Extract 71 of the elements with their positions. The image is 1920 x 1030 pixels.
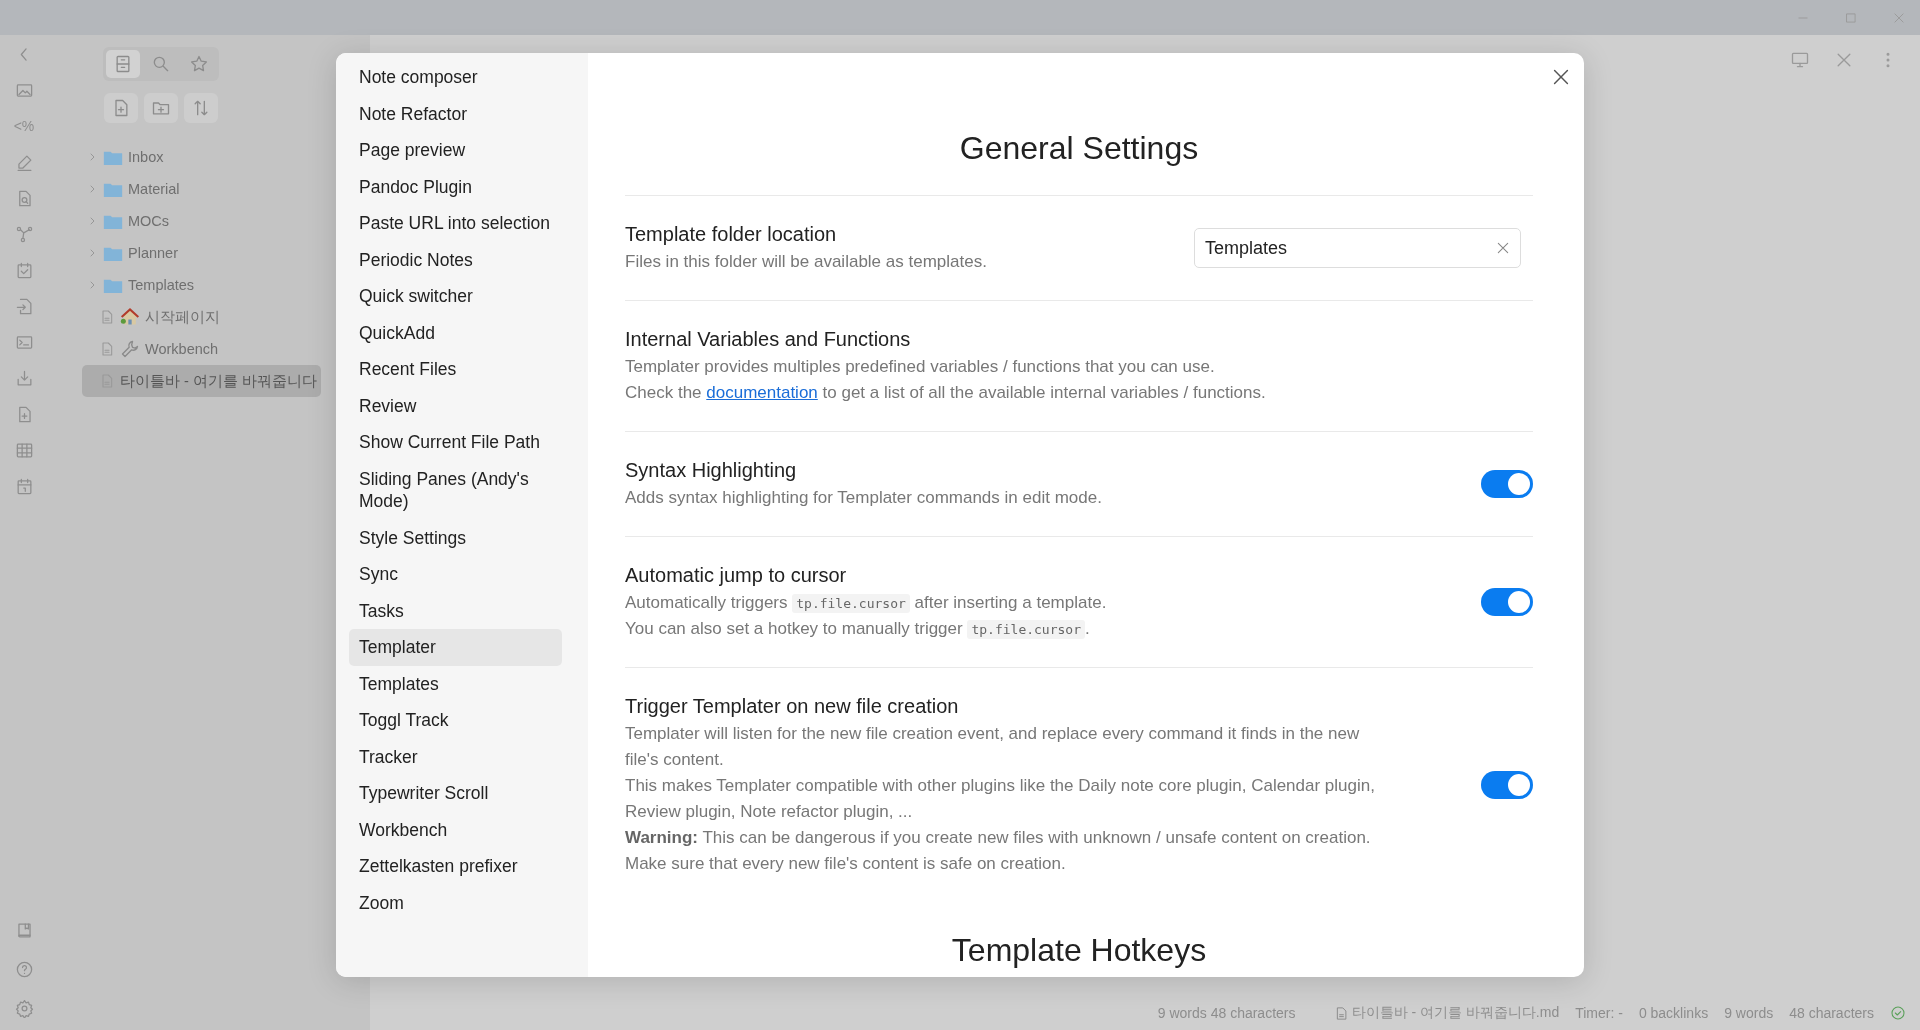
setting-name: Syntax Highlighting [625, 458, 798, 483]
clear-icon[interactable] [1495, 240, 1511, 256]
toggle-switch[interactable] [1481, 588, 1533, 616]
search-icon [151, 54, 171, 74]
toggle-switch[interactable] [1481, 771, 1533, 799]
status-text: 9 words [1724, 1005, 1774, 1021]
help-icon[interactable] [14, 960, 34, 979]
settings-nav-item[interactable]: Templates [349, 665, 562, 702]
status-text: Timer: - [1575, 1005, 1623, 1021]
settings-nav-item[interactable]: Style Settings [349, 519, 562, 556]
file-explorer-tab[interactable] [106, 50, 140, 78]
setting-description: Warning: This can be dangerous if you create new files with unknown / unsafe content on creation. [625, 827, 1372, 849]
settings-nav-item[interactable]: Zoom [349, 884, 562, 921]
settings-nav-item[interactable]: Pandoc Plugin [349, 168, 562, 205]
document-icon [99, 340, 115, 358]
setting-name: Automatic jump to cursor [625, 563, 848, 588]
graph-icon[interactable] [14, 225, 34, 244]
status-text: 48 characters [1789, 1005, 1874, 1021]
settings-nav-item[interactable]: Toggl Track [349, 702, 562, 739]
house-icon [120, 307, 140, 327]
settings-nav-item[interactable]: Show Current File Path [349, 424, 562, 461]
documentation-link[interactable]: documentation [706, 383, 818, 402]
settings-nav-item[interactable]: Page preview [349, 132, 562, 169]
setting-name: Template folder location [625, 222, 838, 247]
setting-description: Automatically triggers tp.file.cursor after inserting a template. [625, 592, 1108, 615]
setting-description: Make sure that every new file's content is safe on creation. [625, 853, 1067, 875]
star-icon [189, 54, 209, 74]
monitor-icon[interactable] [1790, 50, 1810, 70]
settings-nav-item[interactable]: QuickAdd [349, 314, 562, 351]
settings-nav-item[interactable]: Note Refactor [349, 95, 562, 132]
folder-input-field[interactable]: Templates [1194, 228, 1521, 268]
setting-name: Internal Variables and Functions [625, 327, 912, 352]
setting-description: Adds syntax highlighting for Templater commands in edit mode. [625, 487, 1103, 509]
setting-name: Trigger Templater on new file creation [625, 694, 960, 719]
setting-description: Templater provides multiples predefined variables / functions that you can use. [625, 356, 1216, 378]
settings-nav-item[interactable]: Tasks [349, 592, 562, 629]
sort-button[interactable] [184, 93, 218, 123]
settings-nav-item[interactable]: Workbench [349, 811, 562, 848]
terminal-icon[interactable] [14, 333, 34, 352]
settings-nav-item[interactable]: Sliding Panes (Andy's Mode) [349, 460, 562, 520]
settings-nav-item[interactable]: Templater [349, 629, 562, 666]
status-text: 9 words 48 characters [1157, 1005, 1296, 1021]
settings-nav-item[interactable]: Quick switcher [349, 278, 562, 315]
setting-description: This makes Templater compatible with other plugins like the Daily note core plugin, Calendar plugin, Review plugin, Note refactor plugin, ... [625, 775, 1376, 823]
wrench-icon [120, 339, 140, 359]
settings-nav-item[interactable]: Review [349, 387, 562, 424]
section-heading: Template Hotkeys [950, 931, 1208, 970]
file-import-icon[interactable] [14, 297, 34, 316]
settings-nav-item[interactable]: Paste URL into selection [349, 205, 562, 242]
settings-nav-item[interactable]: Tracker [349, 738, 562, 775]
image-icon[interactable] [14, 81, 34, 100]
setting-description: Templater will listen for the new file creation event, and replace every command it finds in the new file's content. [625, 723, 1361, 771]
settings-nav-item[interactable]: Zettelkasten prefixer [349, 848, 562, 885]
new-folder-button[interactable] [144, 93, 178, 123]
toggle-switch[interactable] [1481, 470, 1533, 498]
setting-description: You can also set a hotkey to manually trigger tp.file.cursor . [625, 618, 1091, 641]
settings-icon[interactable] [14, 999, 34, 1018]
settings-nav-item[interactable]: Typewriter Scroll [349, 775, 562, 812]
setting-description: Files in this folder will be available as templates. [625, 251, 988, 273]
settings-nav-item[interactable]: Recent Files [349, 351, 562, 388]
status-text: 0 backlinks [1638, 1005, 1709, 1021]
maximize-icon[interactable] [1844, 10, 1858, 25]
new-note-button[interactable] [104, 93, 138, 123]
settings-nav-item[interactable]: Note composer [349, 59, 562, 96]
setting-description: Check the documentation to get a list of all the available internal variables / functions. [625, 382, 1267, 404]
document-icon [99, 308, 115, 326]
settings-heading: General Settings [958, 129, 1200, 168]
sync-status-icon[interactable] [1890, 1005, 1906, 1021]
settings-nav-item[interactable]: Sync [349, 556, 562, 593]
settings-nav-item[interactable]: Periodic Notes [349, 241, 562, 278]
table-icon[interactable] [14, 441, 34, 460]
